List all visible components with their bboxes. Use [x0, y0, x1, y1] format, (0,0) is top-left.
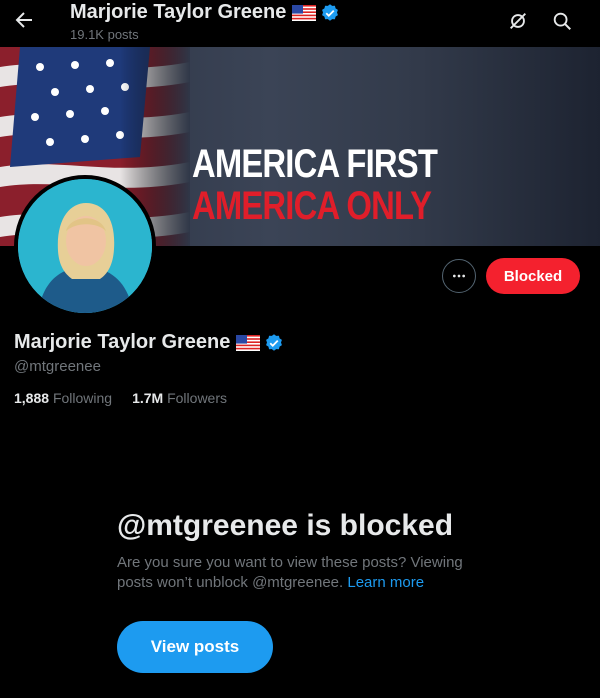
us-flag-icon	[236, 334, 261, 351]
banner-text-line2: AMERICA ONLY	[192, 184, 432, 228]
following-link[interactable]: 1,888 Following	[14, 390, 112, 406]
learn-more-link[interactable]: Learn more	[347, 574, 424, 591]
following-count: 1,888	[14, 390, 50, 406]
posts-count: 19.1K posts	[70, 27, 139, 42]
arrow-left-icon[interactable]	[12, 8, 36, 32]
profile-name-text: Marjorie Taylor Greene	[14, 331, 231, 353]
blocked-description: Are you sure you want to view these post…	[117, 553, 487, 593]
avatar[interactable]	[14, 175, 156, 317]
verified-badge-icon	[322, 3, 339, 21]
more-options-button[interactable]	[442, 259, 476, 293]
profile-handle: @mtgreenee	[14, 358, 101, 375]
blocked-title: @mtgreenee is blocked	[117, 509, 454, 542]
blocked-button[interactable]: Blocked	[486, 258, 580, 294]
profile-name: Marjorie Taylor Greene	[14, 331, 284, 354]
us-flag-icon	[292, 4, 317, 21]
verified-badge-icon[interactable]	[264, 333, 284, 353]
avatar-image	[18, 179, 152, 313]
profile-header: Marjorie Taylor Greene 19.1K posts	[0, 0, 600, 47]
more-horizontal-icon	[453, 274, 465, 278]
header-title: Marjorie Taylor Greene	[70, 1, 340, 24]
profile-stats: 1,888 Following 1.7M Followers	[14, 390, 227, 406]
followers-count: 1.7M	[132, 390, 164, 406]
banner-text-line1: AMERICA FIRST	[192, 142, 438, 186]
followers-label: Followers	[167, 390, 227, 406]
no-signal-icon[interactable]	[507, 10, 529, 32]
search-icon[interactable]	[551, 10, 573, 32]
view-posts-button[interactable]: View posts	[117, 621, 273, 673]
followers-link[interactable]: 1.7M Followers	[132, 390, 227, 406]
following-label: Following	[52, 390, 113, 406]
header-name: Marjorie Taylor Greene	[70, 1, 287, 23]
